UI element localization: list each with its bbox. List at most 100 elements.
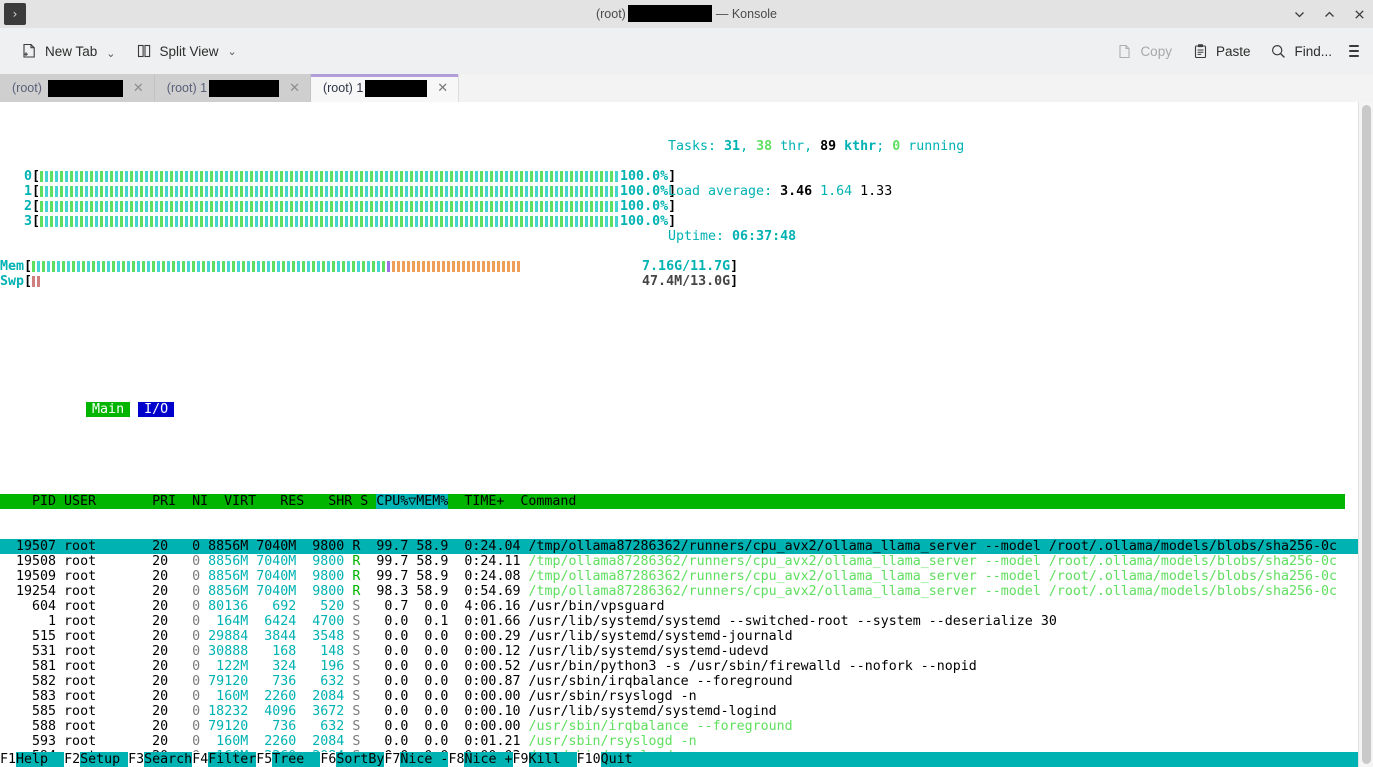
cell-shr: 4700: [296, 614, 345, 629]
process-table-header[interactable]: PID USER PRI NI VIRT RES SHR S CPU%▽MEM%…: [0, 494, 1358, 509]
tab-label: (root) 1: [166, 81, 208, 95]
cell-time: 0:54.69: [448, 584, 521, 599]
cell-cpu: 0.0: [360, 674, 409, 689]
cell-ni: 0: [168, 629, 201, 644]
process-table-body[interactable]: 19507 root 20 0 8856M 7040M 9800 R 99.7 …: [0, 539, 1358, 767]
process-row[interactable]: 583 root 20 0 160M 2260 2084 S 0.0 0.0 0…: [0, 689, 1358, 704]
new-tab-button[interactable]: New Tab ⌄: [14, 38, 123, 65]
split-view-chevron-down-icon[interactable]: ⌄: [228, 45, 237, 58]
fkey-label[interactable]: Quit: [601, 752, 633, 767]
scrollbar-thumb[interactable]: [1361, 105, 1371, 764]
cell-time: 0:00.10: [448, 704, 521, 719]
htop-output[interactable]: 0[100.0%] 1[100.0%] 2[100.0%] 3[100.0%] …: [0, 102, 1358, 767]
cell-state: S: [344, 719, 361, 734]
fkey-label[interactable]: Kill: [529, 752, 577, 767]
cpu-meter-label: 2: [0, 199, 33, 214]
cell-pri: 20: [136, 659, 169, 674]
cell-command: /usr/lib/systemd/systemd-logind: [520, 704, 777, 719]
process-row[interactable]: 585 root 20 0 18232 4096 3672 S 0.0 0.0 …: [0, 704, 1358, 719]
tab-label: (root) 1: [322, 81, 364, 95]
tab-session-1[interactable]: (root) ✕: [0, 74, 155, 102]
process-row[interactable]: 515 root 20 0 29884 3844 3548 S 0.0 0.0 …: [0, 629, 1358, 644]
fkey-label[interactable]: Help: [16, 752, 64, 767]
tab-close-icon[interactable]: ✕: [285, 81, 300, 96]
cell-res: 736: [248, 719, 297, 734]
cell-user: root: [56, 689, 137, 704]
cpu-meter-label: 0: [0, 169, 33, 184]
tab-session-2[interactable]: (root) 1 ✕: [154, 74, 311, 102]
header-sort-column[interactable]: CPU%▽MEM%: [376, 494, 449, 509]
cell-shr: 148: [296, 644, 345, 659]
expand-arrow-icon[interactable]: ›: [4, 3, 26, 25]
tab-close-icon[interactable]: ✕: [129, 81, 144, 96]
cell-user: root: [56, 674, 137, 689]
fkey-label[interactable]: SortBy: [336, 752, 384, 767]
terminal-scrollbar[interactable]: [1358, 102, 1373, 767]
tab-close-icon[interactable]: ✕: [433, 81, 448, 96]
copy-button[interactable]: Copy: [1109, 38, 1179, 65]
process-row[interactable]: 582 root 20 0 79120 736 632 S 0.0 0.0 0:…: [0, 674, 1358, 689]
fkey-label[interactable]: Nice -: [400, 752, 448, 767]
hamburger-menu-icon[interactable]: [1345, 37, 1363, 65]
cell-res: 7040M: [248, 539, 297, 554]
cell-ni: 0: [168, 659, 201, 674]
fkey-label[interactable]: Filter: [208, 752, 256, 767]
process-row[interactable]: 588 root 20 0 79120 736 632 S 0.0 0.0 0:…: [0, 719, 1358, 734]
htop-tab-io[interactable]: I/O: [138, 402, 175, 417]
process-row[interactable]: 531 root 20 0 30888 168 148 S 0.0 0.0 0:…: [0, 644, 1358, 659]
process-row[interactable]: 19254 root 20 0 8856M 7040M 9800 R 98.3 …: [0, 584, 1358, 599]
process-row[interactable]: 604 root 20 0 80136 692 520 S 0.7 0.0 4:…: [0, 599, 1358, 614]
cell-res: 736: [248, 674, 297, 689]
process-row[interactable]: 1 root 20 0 164M 6424 4700 S 0.0 0.1 0:0…: [0, 614, 1358, 629]
find-button[interactable]: Find...: [1263, 38, 1339, 65]
kthreads-count: 89: [820, 139, 837, 154]
process-columns-header[interactable]: PID USER PRI NI VIRT RES SHR S CPU%▽MEM%…: [0, 494, 1345, 509]
cell-virt: 29884: [200, 629, 249, 644]
maximize-icon[interactable]: [1321, 6, 1337, 22]
htop-tab-main[interactable]: Main: [86, 402, 131, 417]
cell-command: /usr/sbin/rsyslogd -n: [520, 689, 697, 704]
minimize-icon[interactable]: [1291, 6, 1307, 22]
cell-pid: 582: [0, 674, 57, 689]
cell-mem: 0.0: [408, 734, 449, 749]
cell-command: /usr/lib/systemd/systemd-udevd: [520, 644, 769, 659]
cell-pri: 20: [136, 584, 169, 599]
cell-mem: 0.0: [408, 599, 449, 614]
close-icon[interactable]: [1351, 6, 1367, 22]
process-row[interactable]: 19509 root 20 0 8856M 7040M 9800 R 99.7 …: [0, 569, 1358, 584]
header-right-cols: TIME+ Command: [448, 494, 577, 509]
cell-pid: 1: [0, 614, 57, 629]
fkey-label[interactable]: Setup: [80, 752, 128, 767]
fkey-label[interactable]: Search: [144, 752, 192, 767]
cell-ni: 0: [168, 569, 201, 584]
split-view-button[interactable]: Split View ⌄: [129, 38, 244, 65]
process-row[interactable]: 19508 root 20 0 8856M 7040M 9800 R 99.7 …: [0, 554, 1358, 569]
cell-virt: 30888: [200, 644, 249, 659]
title-bar: › (root) — Konsole: [0, 0, 1373, 28]
header-left-cols: PID USER PRI NI VIRT RES SHR S: [0, 494, 377, 509]
function-key-bar[interactable]: F1Help F2Setup F3SearchF4FilterF5Tree F6…: [0, 752, 1358, 767]
cell-state: S: [344, 629, 361, 644]
fkey-label[interactable]: Nice +: [464, 752, 512, 767]
cell-cpu: 99.7: [360, 539, 409, 554]
cell-command: /usr/sbin/irqbalance --foreground: [520, 719, 793, 734]
cell-res: 7040M: [248, 584, 297, 599]
split-view-label: Split View: [159, 43, 219, 59]
process-row[interactable]: 593 root 20 0 160M 2260 2084 S 0.0 0.0 0…: [0, 734, 1358, 749]
window-controls: [1291, 0, 1367, 28]
fkey-number: F5: [256, 752, 273, 767]
mem-meter-label: Mem: [0, 259, 25, 274]
tasks-count: 31: [724, 139, 741, 154]
process-row[interactable]: 581 root 20 0 122M 324 196 S 0.0 0.0 0:0…: [0, 659, 1358, 674]
tab-session-3[interactable]: (root) 1 ✕: [310, 74, 460, 102]
cell-ni: 0: [168, 554, 201, 569]
cell-time: 0:24.08: [448, 569, 521, 584]
fkey-label[interactable]: Tree: [272, 752, 320, 767]
tab-label: (root): [12, 81, 42, 95]
process-row[interactable]: 19507 root 20 0 8856M 7040M 9800 R 99.7 …: [0, 539, 1358, 554]
new-tab-chevron-down-icon[interactable]: ⌄: [106, 47, 115, 60]
terminal-area: 0[100.0%] 1[100.0%] 2[100.0%] 3[100.0%] …: [0, 102, 1373, 767]
toolbar-right-group: Copy Paste Find...: [1109, 28, 1363, 74]
paste-button[interactable]: Paste: [1185, 38, 1258, 65]
cell-pri: 20: [136, 614, 169, 629]
